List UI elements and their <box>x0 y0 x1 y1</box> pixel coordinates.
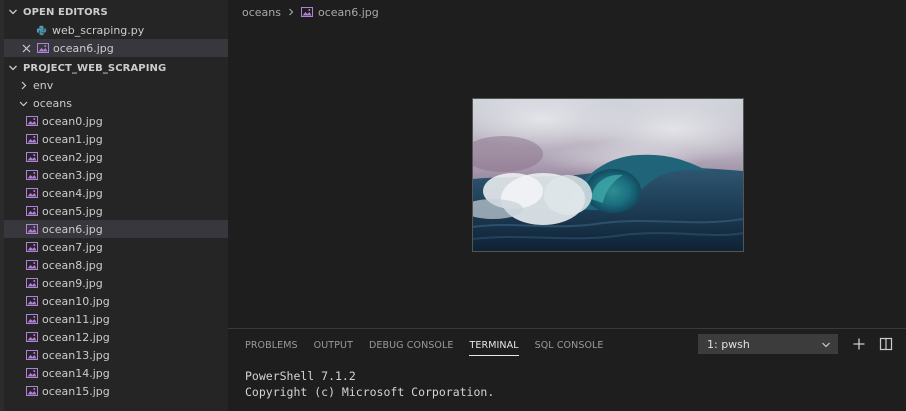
file-item[interactable]: ocean12.jpg <box>4 328 228 346</box>
terminal-line: Copyright (c) Microsoft Corporation. <box>245 385 495 399</box>
image-icon <box>301 7 313 17</box>
open-editor-label: ocean6.jpg <box>53 41 114 55</box>
chevron-down-icon <box>9 65 17 71</box>
folder-label: env <box>33 78 54 92</box>
open-editor-item[interactable]: web_scraping.py <box>4 21 228 39</box>
image-icon <box>26 206 38 216</box>
project-title: PROJECT_WEB_SCRAPING <box>23 62 167 74</box>
image-icon <box>26 350 38 360</box>
image-icon <box>26 188 38 198</box>
close-icon[interactable] <box>22 44 31 53</box>
file-item[interactable]: ocean3.jpg <box>4 166 228 184</box>
image-icon <box>26 134 38 144</box>
image-icon <box>26 278 38 288</box>
file-item[interactable]: ocean15.jpg <box>4 382 228 400</box>
chevron-down-icon <box>822 342 830 348</box>
file-label: ocean12.jpg <box>42 330 110 344</box>
ocean-wave-image <box>473 99 743 251</box>
file-item[interactable]: ocean6.jpg <box>4 220 228 238</box>
file-label: ocean15.jpg <box>42 384 110 398</box>
file-label: ocean5.jpg <box>42 204 103 218</box>
explorer-sidebar: OPEN EDITORS web_scraping.py ocean6.jpg <box>0 0 228 411</box>
file-label: ocean0.jpg <box>42 114 103 128</box>
terminal-line: PowerShell 7.1.2 <box>245 369 356 383</box>
file-label: ocean7.jpg <box>42 240 103 254</box>
chevron-down-icon <box>9 9 17 15</box>
image-icon <box>26 332 38 342</box>
open-editor-item-active[interactable]: ocean6.jpg <box>4 39 228 57</box>
terminal-select[interactable]: 1: pwsh <box>698 334 838 354</box>
file-label: ocean1.jpg <box>42 132 103 146</box>
file-item[interactable]: ocean10.jpg <box>4 292 228 310</box>
file-label: ocean8.jpg <box>42 258 103 272</box>
breadcrumb-folder[interactable]: oceans <box>242 6 281 19</box>
file-label: ocean6.jpg <box>42 222 103 236</box>
folder-label: oceans <box>33 96 72 110</box>
image-icon <box>26 386 38 396</box>
file-label: ocean14.jpg <box>42 366 110 380</box>
vscode-window: OPEN EDITORS web_scraping.py ocean6.jpg <box>0 0 906 411</box>
image-icon <box>26 116 38 126</box>
image-icon <box>26 260 38 270</box>
file-label: ocean2.jpg <box>42 150 103 164</box>
file-item[interactable]: ocean7.jpg <box>4 238 228 256</box>
image-preview <box>472 98 744 252</box>
file-label: ocean9.jpg <box>42 276 103 290</box>
project-header[interactable]: PROJECT_WEB_SCRAPING <box>0 59 228 77</box>
folder-env[interactable]: env <box>4 76 228 94</box>
breadcrumb: oceans ocean6.jpg <box>242 4 379 20</box>
tab-sql-console[interactable]: SQL CONSOLE <box>535 329 604 361</box>
file-label: ocean3.jpg <box>42 168 103 182</box>
file-label: ocean13.jpg <box>42 348 110 362</box>
image-icon <box>26 314 38 324</box>
tab-problems[interactable]: PROBLEMS <box>245 329 298 361</box>
file-item[interactable]: ocean13.jpg <box>4 346 228 364</box>
image-icon <box>26 242 38 252</box>
chevron-right-icon <box>289 8 294 16</box>
tab-debug-console[interactable]: DEBUG CONSOLE <box>369 329 454 361</box>
file-label: ocean11.jpg <box>42 312 110 326</box>
open-editors-title: OPEN EDITORS <box>23 6 108 18</box>
image-icon <box>26 368 38 378</box>
file-label: ocean4.jpg <box>42 186 103 200</box>
image-icon <box>26 152 38 162</box>
image-icon <box>26 170 38 180</box>
image-icon <box>37 43 49 53</box>
image-icon <box>26 296 38 306</box>
bottom-panel: PROBLEMS OUTPUT DEBUG CONSOLE TERMINAL S… <box>228 328 906 411</box>
chevron-right-icon <box>21 81 27 89</box>
tab-output[interactable]: OUTPUT <box>314 329 353 361</box>
file-item[interactable]: ocean9.jpg <box>4 274 228 292</box>
file-item[interactable]: ocean1.jpg <box>4 130 228 148</box>
file-item[interactable]: ocean4.jpg <box>4 184 228 202</box>
file-item[interactable]: ocean14.jpg <box>4 364 228 382</box>
tab-terminal[interactable]: TERMINAL <box>469 329 519 361</box>
split-terminal-icon[interactable] <box>879 337 893 351</box>
python-icon <box>36 25 47 35</box>
file-item[interactable]: ocean2.jpg <box>4 148 228 166</box>
file-item[interactable]: ocean0.jpg <box>4 112 228 130</box>
file-item[interactable]: ocean11.jpg <box>4 310 228 328</box>
breadcrumb-file[interactable]: ocean6.jpg <box>318 6 379 19</box>
file-item[interactable]: ocean8.jpg <box>4 256 228 274</box>
open-editors-header[interactable]: OPEN EDITORS <box>0 3 228 21</box>
open-editor-label: web_scraping.py <box>52 23 145 37</box>
image-icon <box>26 224 38 234</box>
plus-icon[interactable] <box>852 337 866 351</box>
chevron-down-icon <box>19 101 28 106</box>
file-item[interactable]: ocean5.jpg <box>4 202 228 220</box>
panel-tabs: PROBLEMS OUTPUT DEBUG CONSOLE TERMINAL S… <box>245 329 620 361</box>
terminal-select-value: 1: pwsh <box>707 337 750 351</box>
folder-oceans[interactable]: oceans <box>4 94 228 112</box>
file-label: ocean10.jpg <box>42 294 110 308</box>
